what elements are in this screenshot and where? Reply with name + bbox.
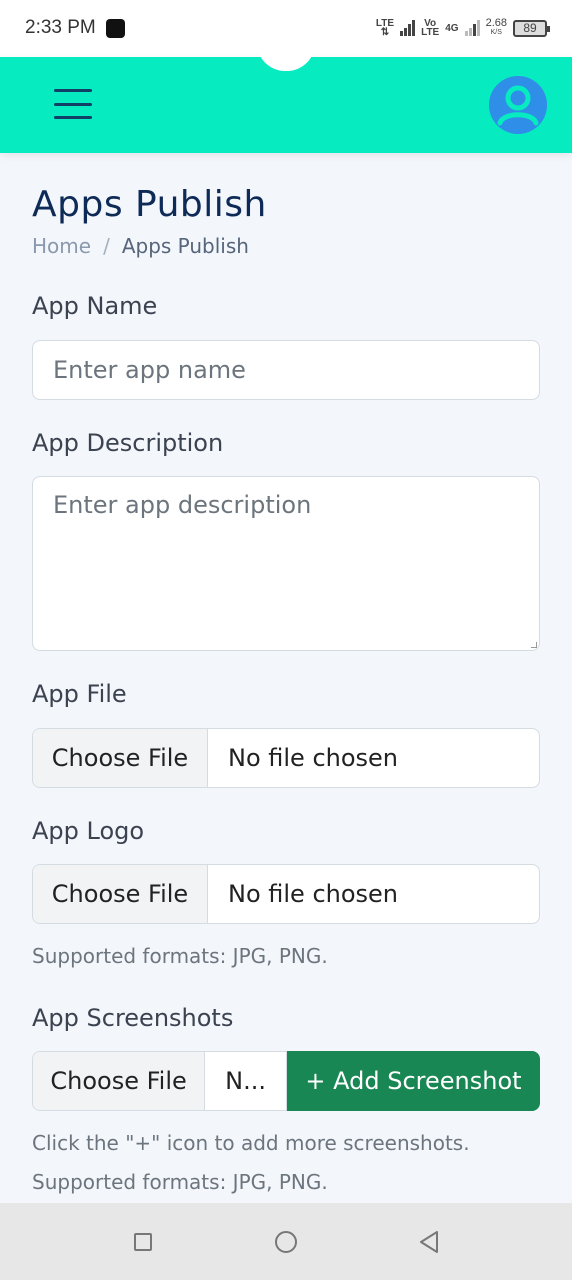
app-logo-status: No file chosen bbox=[228, 880, 399, 908]
signal-2-icon bbox=[464, 20, 480, 36]
app-logo-help: Supported formats: JPG, PNG. bbox=[32, 944, 328, 968]
add-screenshot-button[interactable]: + Add Screenshot bbox=[287, 1051, 540, 1111]
app-screenshots-label: App Screenshots bbox=[32, 1004, 234, 1032]
app-screenshots-help-2: Supported formats: JPG, PNG. bbox=[32, 1170, 328, 1194]
app-description-textarea[interactable]: Enter app description bbox=[32, 476, 540, 651]
notification-app-icon bbox=[106, 19, 125, 38]
app-logo-choose-button[interactable]: Choose File bbox=[33, 865, 208, 923]
volte-indicator: Vo LTE bbox=[421, 19, 440, 38]
app-logo-input[interactable]: Choose File No file chosen bbox=[32, 864, 540, 924]
app-screenshots-choose-button[interactable]: Choose File bbox=[33, 1052, 206, 1110]
breadcrumb-home-link[interactable]: Home bbox=[32, 234, 91, 258]
app-logo-label: App Logo bbox=[32, 817, 145, 845]
recent-apps-icon[interactable] bbox=[134, 1233, 152, 1251]
breadcrumb-separator: / bbox=[103, 234, 110, 258]
battery-icon: 89 bbox=[513, 19, 550, 37]
4g-label: 4G bbox=[445, 22, 459, 34]
app-name-input[interactable]: Enter app name bbox=[32, 340, 540, 400]
app-screenshots-input[interactable]: Choose File N... bbox=[32, 1051, 287, 1111]
system-nav-bar bbox=[0, 1203, 572, 1280]
app-description-label: App Description bbox=[32, 429, 224, 457]
back-triangle-icon[interactable] bbox=[418, 1230, 440, 1254]
app-name-label: App Name bbox=[32, 292, 158, 320]
app-screenshots-status: N... bbox=[225, 1067, 266, 1095]
app-description-placeholder: Enter app description bbox=[53, 491, 312, 519]
app-screenshots-help-1: Click the "+" icon to add more screensho… bbox=[32, 1131, 470, 1155]
app-screenshots-input-group: Choose File N... + Add Screenshot bbox=[32, 1051, 540, 1111]
breadcrumb-current: Apps Publish bbox=[121, 234, 249, 258]
app-name-placeholder: Enter app name bbox=[53, 356, 246, 384]
app-file-label: App File bbox=[32, 680, 127, 708]
app-file-choose-button[interactable]: Choose File bbox=[33, 729, 208, 787]
app-file-input[interactable]: Choose File No file chosen bbox=[32, 728, 540, 788]
volte-bottom: LTE bbox=[421, 27, 440, 38]
network-speed: 2.68 K/S bbox=[486, 18, 507, 38]
status-time: 2:33 PM bbox=[25, 17, 96, 38]
signal-1-icon bbox=[400, 20, 416, 36]
resize-grip-icon[interactable] bbox=[531, 642, 537, 648]
app-file-status: No file chosen bbox=[228, 744, 399, 772]
breadcrumb: Home / Apps Publish bbox=[32, 234, 249, 258]
hamburger-menu-icon[interactable] bbox=[54, 87, 92, 121]
speed-unit: K/S bbox=[490, 29, 502, 36]
lte-data-arrows: ⇅ bbox=[380, 27, 390, 38]
lte-indicator: LTE ⇅ bbox=[376, 19, 394, 38]
status-indicators: LTE ⇅ Vo LTE 4G 2.68 K/S 89 bbox=[376, 16, 550, 40]
user-avatar-icon[interactable] bbox=[489, 76, 547, 134]
app-header bbox=[0, 43, 572, 153]
header-notch bbox=[257, 43, 315, 71]
page-title: Apps Publish bbox=[32, 184, 267, 225]
home-circle-icon[interactable] bbox=[275, 1231, 297, 1253]
